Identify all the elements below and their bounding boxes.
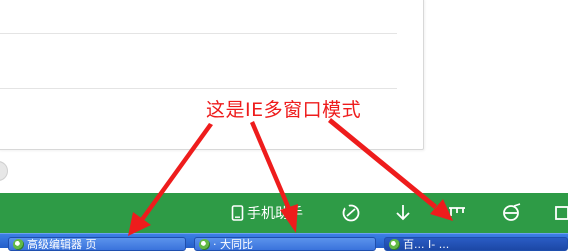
- browser-icon: [199, 239, 210, 250]
- scroll-handle[interactable]: [0, 161, 8, 181]
- window-mode-button[interactable]: [446, 193, 468, 233]
- windows-taskbar: 高级编辑器 页 · 大同比 百... I- ...: [0, 233, 568, 251]
- mobile-assistant-label: 手机助手: [247, 206, 303, 222]
- window-mode-icon: [446, 202, 468, 224]
- taskbar-button[interactable]: 高级编辑器 页: [8, 237, 186, 251]
- speed-button[interactable]: [340, 193, 362, 233]
- phone-icon: [231, 205, 244, 221]
- browser-icon: [389, 239, 400, 250]
- window-icon: [554, 202, 568, 224]
- taskbar-button-label: · 大同比: [213, 238, 253, 251]
- ie-button[interactable]: [500, 193, 522, 233]
- download-icon: [394, 202, 412, 224]
- annotation-label: 这是IE多窗口模式: [206, 99, 362, 121]
- taskbar-button-label: 百... I- ...: [403, 238, 450, 251]
- window-button[interactable]: [554, 193, 568, 233]
- ie-icon: [500, 202, 522, 224]
- content-panel: [0, 0, 424, 150]
- browser-icon: [13, 239, 24, 250]
- browser-page: 这是IE多窗口模式: [0, 0, 568, 193]
- speed-icon: [340, 202, 362, 224]
- row-divider: [0, 33, 397, 34]
- browser-status-bar: 手机助手: [0, 193, 568, 233]
- taskbar-button[interactable]: · 大同比: [194, 237, 376, 251]
- taskbar-button-label: 高级编辑器 页: [27, 238, 97, 251]
- taskbar-button-active[interactable]: 百... I- ...: [384, 237, 568, 251]
- row-divider: [0, 88, 397, 89]
- mobile-assistant-button[interactable]: 手机助手: [231, 193, 303, 233]
- download-button[interactable]: [394, 193, 412, 233]
